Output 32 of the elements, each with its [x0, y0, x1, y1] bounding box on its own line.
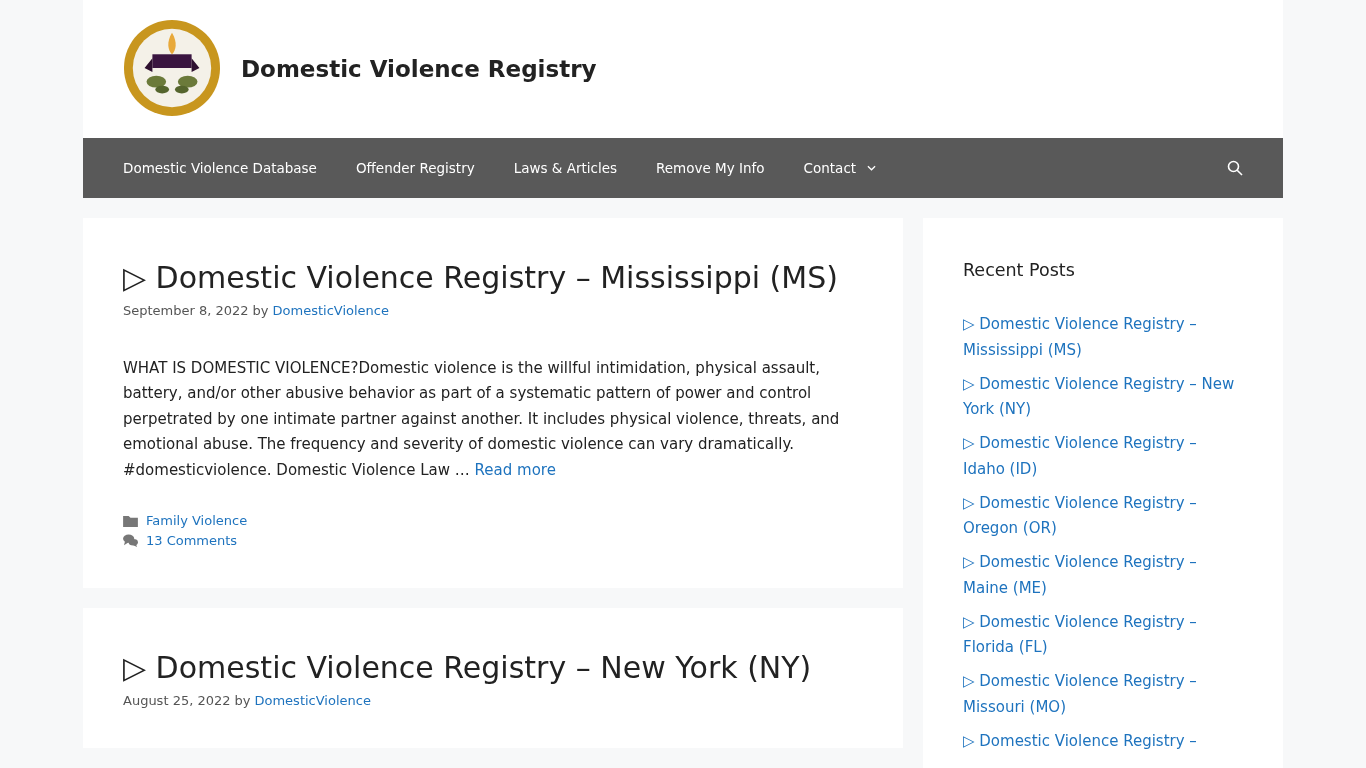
recent-post-link[interactable]: ▷ Domestic Violence Registry – New York (NY) — [963, 371, 1243, 423]
recent-post-link[interactable]: ▷ Domestic Violence Registry – Oregon (OR) — [963, 490, 1243, 542]
seal-logo-icon[interactable] — [123, 19, 221, 117]
recent-post-link[interactable]: ▷ Domestic Violence Registry – — [963, 728, 1243, 754]
byline-text: by — [252, 302, 269, 318]
caret-icon — [867, 165, 877, 171]
post-title[interactable]: ▷ Domestic Violence Registry – New York (NY) — [123, 648, 863, 689]
widget-heading: Recent Posts — [963, 260, 1076, 280]
recent-post-link[interactable]: ▷ Domestic Violence Registry – Florida (FL) — [963, 609, 1243, 661]
post-date: August 25, 2022 — [123, 692, 231, 708]
comments-icon — [123, 534, 138, 547]
post-date: September 8, 2022 — [123, 302, 249, 318]
byline-text: by — [234, 692, 251, 708]
post-title[interactable]: ▷ Domestic Violence Registry – Mississippi (MS) — [123, 258, 863, 299]
comments-link[interactable]: 13 Comments — [146, 533, 238, 548]
recent-post-link[interactable]: ▷ Domestic Violence Registry – Mississippi (MS) — [963, 312, 1243, 363]
recent-post-link[interactable]: ▷ Domestic Violence Registry – Missouri (MO) — [963, 669, 1243, 720]
site-title[interactable]: Domestic Violence Registry — [241, 56, 597, 82]
nav-link[interactable]: Offender Registry — [355, 160, 475, 176]
author-link[interactable]: DomesticViolence — [272, 302, 389, 318]
nav-link[interactable]: Laws & Articles — [513, 160, 617, 176]
category-link[interactable]: Family Violence — [146, 513, 248, 528]
recent-post-link[interactable]: ▷ Domestic Violence Registry – Idaho (ID) — [963, 431, 1243, 482]
author-link[interactable]: DomesticViolence — [254, 692, 371, 708]
search-icon[interactable] — [1227, 160, 1243, 176]
nav-link[interactable]: Remove My Info — [656, 160, 765, 176]
folder-icon — [123, 514, 138, 527]
nav-link[interactable]: Contact — [803, 160, 877, 176]
nav-link[interactable]: Domestic Violence Database — [123, 160, 317, 176]
recent-post-link[interactable]: ▷ Domestic Violence Registry – Maine (ME) — [963, 550, 1243, 601]
read-more-link[interactable]: Read more — [474, 460, 556, 479]
post-excerpt: WHAT IS DOMESTIC VIOLENCE?Domestic violence is the willful intimidation, physical assault, battery, and/or other abusive behavior as part of a systematic pattern of power and control perpetrated by one intimate partner against another. It includes physical violence, threats, and emotional abuse. The frequency and severity of domestic violence can vary dramatically. #domesticviolence. Domestic Violence Law … Read more — [123, 357, 841, 481]
